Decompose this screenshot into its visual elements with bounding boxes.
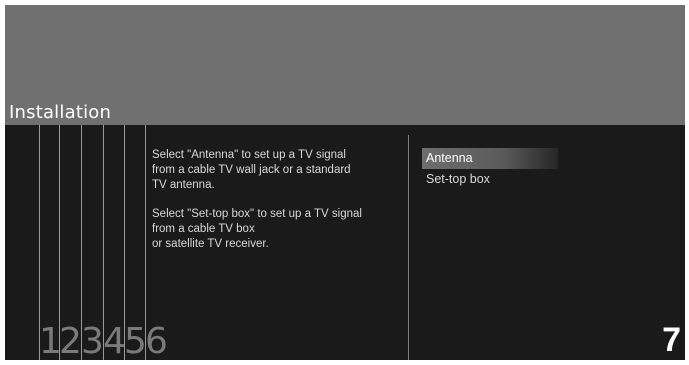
- option-antenna[interactable]: Antenna: [422, 148, 558, 169]
- step-2: 2: [59, 125, 82, 360]
- divider: [408, 135, 409, 360]
- step-indicator: 1 2 3 4 5 6: [5, 125, 168, 360]
- step-3: 3: [81, 125, 104, 360]
- step-1: 1: [39, 125, 62, 360]
- signal-source-options: Antenna Set-top box: [422, 148, 558, 190]
- current-step-number: 7: [662, 321, 681, 359]
- step-4: 4: [103, 125, 126, 360]
- instruction-antenna: Select "Antenna" to set up a TV signal f…: [152, 149, 351, 191]
- step-6: 6: [145, 125, 168, 360]
- option-set-top-box[interactable]: Set-top box: [422, 169, 558, 190]
- step-number: 2: [59, 321, 82, 360]
- step-number: 5: [124, 321, 147, 360]
- step-number: 3: [81, 321, 104, 360]
- step-number: 4: [103, 321, 126, 360]
- page-title: Installation: [9, 102, 112, 123]
- instruction-set-top-box: Select "Set-top box" to set up a TV sign…: [152, 208, 362, 250]
- header-bar: Installation: [5, 5, 685, 125]
- instructions-text: Select "Antenna" to set up a TV signal f…: [152, 148, 404, 266]
- installation-screen: Installation 1 2 3 4 5 6 Select "Antenna…: [5, 5, 685, 360]
- step-number: 6: [145, 321, 168, 360]
- step-5: 5: [124, 125, 147, 360]
